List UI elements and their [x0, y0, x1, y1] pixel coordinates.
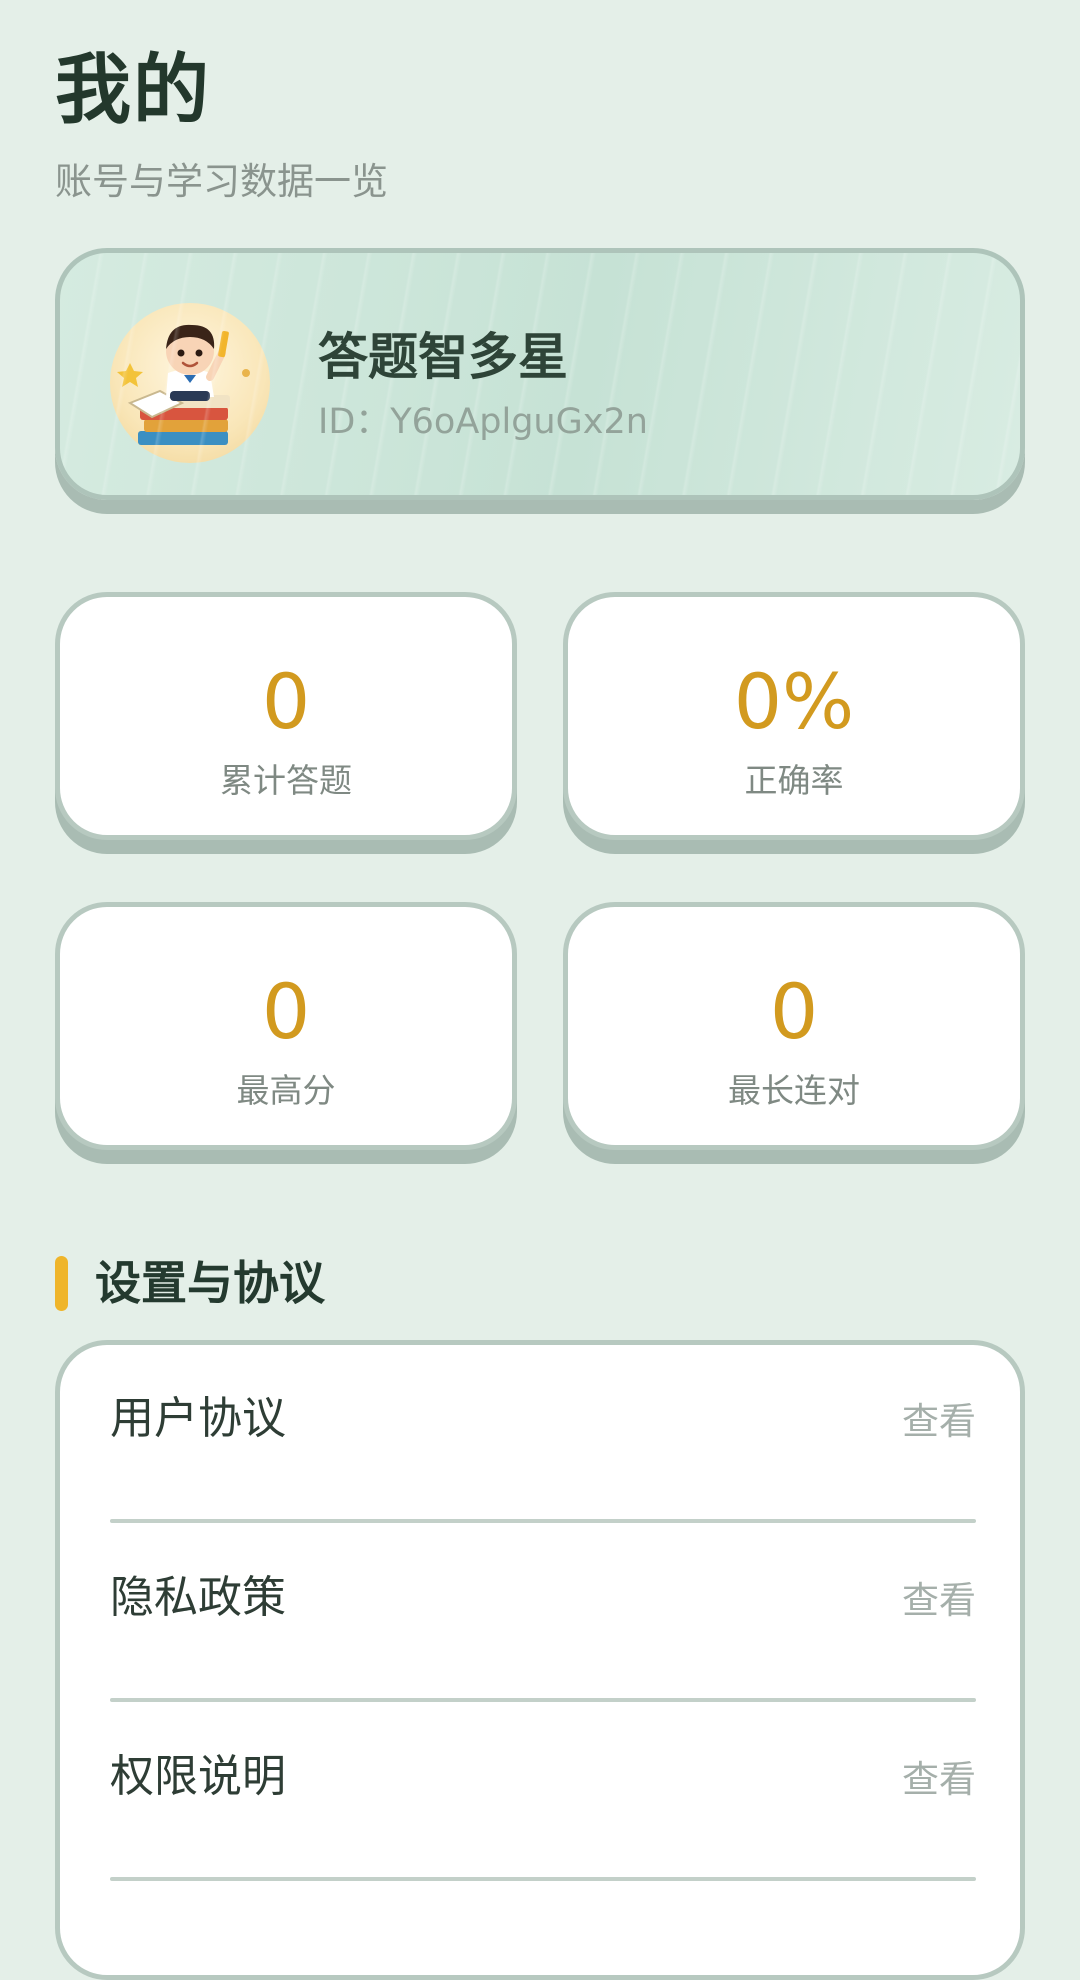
settings-item-user-agreement[interactable]: 用户协议 查看: [110, 1345, 976, 1523]
stat-card-accuracy: 0% 正确率: [563, 592, 1025, 840]
page-title: 我的: [55, 45, 211, 134]
avatar-cartoon-boy-icon: [117, 324, 250, 445]
settings-item-label: 用户协议: [110, 1393, 286, 1444]
section-accent-bar: [55, 1256, 68, 1311]
stat-label: 正确率: [744, 761, 844, 800]
divider: [110, 1877, 976, 1881]
stat-label: 累计答题: [220, 761, 352, 800]
profile-card[interactable]: 答题智多星 ID：Y6oAplguGx2n: [55, 248, 1025, 500]
view-link[interactable]: 查看: [902, 1397, 976, 1447]
avatar[interactable]: [110, 303, 270, 463]
settings-item-label: 隐私政策: [110, 1572, 286, 1623]
settings-item-label: 权限说明: [110, 1751, 286, 1802]
stat-value: 0: [261, 657, 311, 746]
profile-id: ID：Y6oAplguGx2n: [318, 402, 648, 442]
stat-label: 最高分: [236, 1071, 336, 1110]
divider: [110, 1698, 976, 1702]
stat-card-high-score: 0 最高分: [55, 902, 517, 1150]
page-subtitle: 账号与学习数据一览: [55, 160, 388, 203]
profile-name: 答题智多星: [318, 328, 568, 386]
stat-card-total-answers: 0 累计答题: [55, 592, 517, 840]
divider: [110, 1519, 976, 1523]
settings-list: 用户协议 查看 隐私政策 查看 权限说明 查看: [55, 1340, 1025, 1980]
stat-value: 0: [769, 967, 819, 1056]
settings-item-permissions[interactable]: 权限说明 查看: [110, 1703, 976, 1881]
stat-card-longest-streak: 0 最长连对: [563, 902, 1025, 1150]
stat-label: 最长连对: [728, 1071, 860, 1110]
settings-item-privacy-policy[interactable]: 隐私政策 查看: [110, 1524, 976, 1702]
section-title: 设置与协议: [95, 1256, 325, 1310]
stat-value: 0: [261, 967, 311, 1056]
view-link[interactable]: 查看: [902, 1576, 976, 1626]
stat-value: 0%: [733, 657, 855, 746]
view-link[interactable]: 查看: [902, 1755, 976, 1805]
